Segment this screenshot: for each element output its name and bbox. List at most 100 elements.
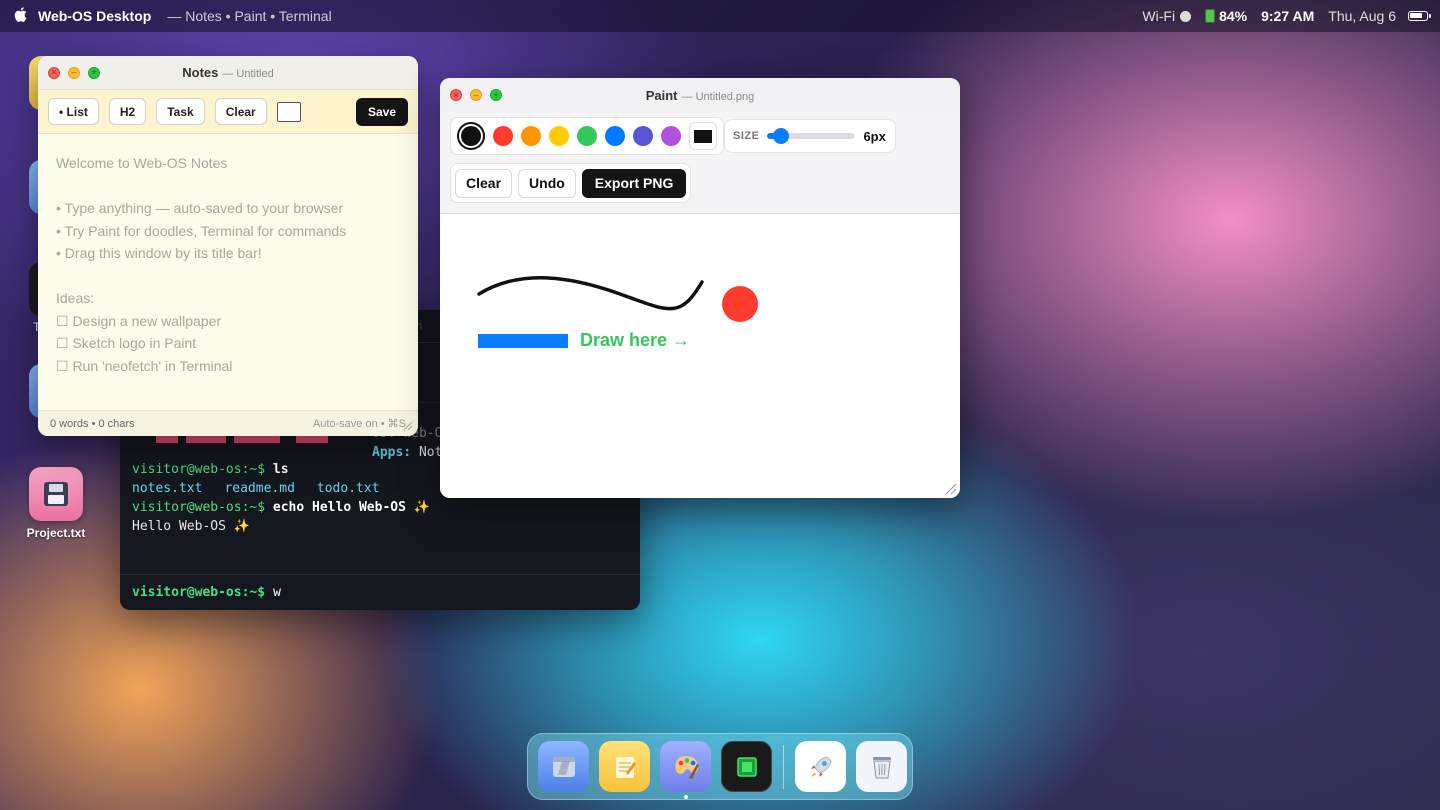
color-swatch-indigo[interactable] <box>633 126 653 146</box>
paint-window[interactable]: × – + Paint — Untitled.png SIZE 6px Clea… <box>440 78 960 498</box>
h2-button[interactable]: H2 <box>108 98 147 125</box>
dock-paint[interactable] <box>660 741 711 799</box>
terminal-command: echo Hello Web-OS ✨ <box>272 500 430 515</box>
battery-icon <box>1205 9 1216 23</box>
brush-size-slider[interactable] <box>767 128 856 144</box>
floppy-disk-icon <box>29 467 83 521</box>
neofetch-apps-value: Not <box>418 445 443 460</box>
notes-icon <box>615 756 636 778</box>
color-swatch-purple[interactable] <box>661 126 681 146</box>
size-label: SIZE <box>733 130 760 142</box>
paint-toolbar: SIZE 6px Clear Undo Export PNG <box>440 112 960 214</box>
resize-handle-icon[interactable] <box>945 483 957 495</box>
export-png-button[interactable]: Export PNG <box>581 168 687 198</box>
notes-title: Notes <box>182 65 219 80</box>
finder-icon <box>552 756 575 777</box>
autosave-status: Auto-save on • ⌘S <box>312 418 406 430</box>
resize-handle-icon[interactable] <box>403 421 415 433</box>
paint-canvas[interactable]: Draw here → <box>440 214 960 498</box>
menu-bar: Web-OS Desktop — Notes • Paint • Termina… <box>0 0 1440 32</box>
save-button[interactable]: Save <box>355 97 408 126</box>
window-title: Notes — Untitled <box>38 65 418 80</box>
running-indicator <box>683 795 688 799</box>
clock-date[interactable]: Thu, Aug 6 <box>1328 8 1396 24</box>
terminal-line: visitor@web-os:~$ echo Hello Web-OS ✨ <box>132 498 430 517</box>
battery-status[interactable]: 84% <box>1205 8 1247 24</box>
notes-line: Welcome to Web-OS Notes <box>56 155 228 171</box>
terminal-prompt: visitor@web-os:~$ <box>132 585 266 600</box>
paint-actions: Clear Undo Export PNG <box>450 163 692 203</box>
trash-icon <box>872 756 891 778</box>
dock-launchpad[interactable] <box>795 741 846 792</box>
color-palette <box>450 117 724 155</box>
desktop-icon-label: Project.txt <box>26 526 86 540</box>
notes-toolbar: • List H2 Task Clear Save <box>38 90 418 134</box>
terminal-prompt: visitor@web-os:~$ <box>132 462 266 477</box>
terminal-file: notes.txt <box>132 481 203 496</box>
wifi-label: Wi-Fi <box>1142 8 1176 24</box>
color-swatch-green[interactable] <box>577 126 597 146</box>
wifi-indicator-icon <box>1180 10 1192 22</box>
terminal-input-line[interactable]: visitor@web-os:~$ w <box>120 574 640 610</box>
notes-line: • Type anything — auto-saved to your bro… <box>56 200 344 216</box>
slider-knob[interactable] <box>772 128 789 144</box>
dock-notes[interactable] <box>599 741 650 792</box>
color-swatch-black[interactable] <box>457 122 485 150</box>
color-swatch-yellow[interactable] <box>549 126 569 146</box>
dock <box>527 733 913 800</box>
undo-button[interactable]: Undo <box>518 168 576 198</box>
notes-titlebar[interactable]: × – + Notes — Untitled <box>38 56 418 90</box>
drawn-stroke <box>477 276 704 311</box>
apple-icon[interactable] <box>12 7 28 25</box>
rocket-icon <box>810 756 831 777</box>
terminal-line: visitor@web-os:~$ ls <box>132 460 430 479</box>
terminal-command: ls <box>272 462 289 477</box>
battery-horizontal-icon[interactable] <box>1408 11 1431 21</box>
size-value: 6px <box>863 128 886 144</box>
dock-finder[interactable] <box>538 741 589 792</box>
paint-icon <box>674 755 699 779</box>
notes-line: • Try Paint for doodles, Terminal for co… <box>56 222 347 239</box>
notes-footer: 0 words • 0 chars Auto-save on • ⌘S <box>38 410 418 436</box>
notes-line <box>56 265 400 288</box>
clock-time[interactable]: 9:27 AM <box>1261 8 1314 24</box>
terminal-icon <box>736 756 757 777</box>
custom-color-picker[interactable] <box>689 122 717 150</box>
clear-button[interactable]: Clear <box>214 98 267 125</box>
menu-subtitle: — Notes • Paint • Terminal <box>167 8 332 24</box>
terminal-line: notes.txt readme.md todo.txt <box>132 479 430 498</box>
color-swatch-blue[interactable] <box>605 126 625 146</box>
terminal-file: todo.txt <box>316 481 380 496</box>
canvas-drawing: Draw here → <box>477 276 758 350</box>
drawn-circle <box>722 286 758 322</box>
terminal-output: visitor@web-os:~$ ls notes.txt readme.md t… <box>132 460 430 536</box>
terminal-file: readme.md <box>224 481 295 496</box>
color-swatch-orange[interactable] <box>521 126 541 146</box>
paint-subtitle: — Untitled.png <box>681 90 755 103</box>
task-button[interactable]: Task <box>156 98 205 125</box>
wifi-status[interactable]: Wi-Fi <box>1142 8 1192 24</box>
notes-editor[interactable]: Welcome to Web-OS Notes • Type anything … <box>38 134 418 409</box>
notes-line: ☐ Run 'neofetch' in Terminal <box>56 357 233 374</box>
clear-button[interactable]: Clear <box>455 168 513 198</box>
color-swatch-red[interactable] <box>493 126 513 146</box>
battery-percent: 84% <box>1219 8 1248 24</box>
color-swatch[interactable] <box>276 101 301 122</box>
notes-subtitle: — Untitled <box>222 68 274 80</box>
list-button[interactable]: • List <box>48 98 99 125</box>
paint-titlebar[interactable]: × – + Paint — Untitled.png <box>440 78 960 112</box>
terminal-input[interactable]: w <box>273 585 281 600</box>
window-title: Paint — Untitled.png <box>440 88 960 103</box>
app-name[interactable]: Web-OS Desktop <box>38 8 151 24</box>
desktop-icon-project[interactable]: Project.txt <box>22 467 90 540</box>
notes-window[interactable]: × – + Notes — Untitled • List H2 Task Cle… <box>38 56 418 436</box>
dock-terminal[interactable] <box>721 741 772 792</box>
dock-separator <box>783 744 784 789</box>
notes-line: Ideas: <box>56 290 95 306</box>
notes-line: • Drag this window by its title bar! <box>56 245 262 261</box>
notes-line: ☐ Sketch logo in Paint <box>56 335 197 351</box>
paint-title: Paint <box>645 87 678 103</box>
brush-size-control: SIZE 6px <box>724 119 896 153</box>
dock-trash[interactable] <box>856 741 907 792</box>
neofetch-apps-key: Apps: <box>372 445 412 460</box>
